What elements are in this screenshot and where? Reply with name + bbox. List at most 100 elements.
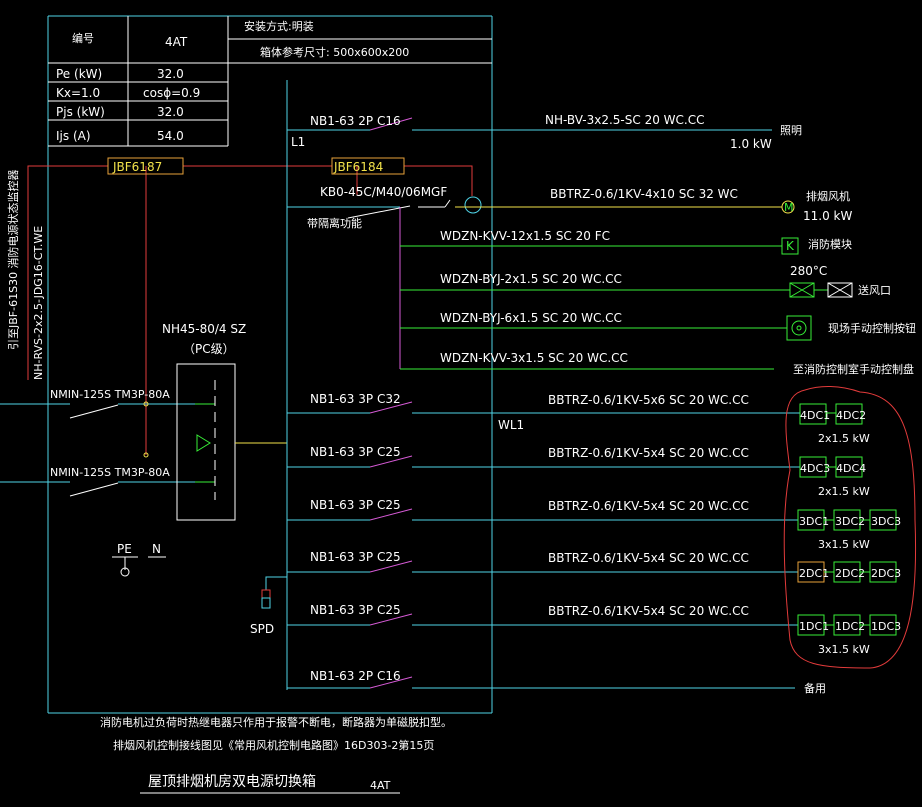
incoming-vertical-cable: NH-RVS-2x2.5-JDG16-CT.WE [32, 226, 45, 380]
fan-motor-icon: M [784, 201, 794, 214]
circuit-manual-button[interactable]: WDZN-BYJ-6x1.5 SC 20 WC.CC 现场手动控制按钮 [400, 311, 916, 341]
ats-model: NH45-80/4 SZ [162, 322, 246, 336]
top-scroll-strip[interactable] [365, 0, 698, 5]
circuit-dc-3[interactable]: NB1-63 3P C25 BBTRZ-0.6/1KV-5x4 SC 20 WC… [287, 498, 901, 551]
circuit-fire-module[interactable]: K WDZN-KVV-12x1.5 SC 20 FC 消防模块 [400, 229, 852, 255]
incoming-feeders: NMIN-125S TM3P-80A NMIN-125S TM3P-80A [0, 388, 195, 497]
busbar-wl1: WL1 [498, 418, 524, 432]
circuit-cable-label: WDZN-KVV-3x1.5 SC 20 WC.CC [440, 351, 628, 365]
dc-box-label: 4DC4 [836, 462, 866, 475]
dc-box-label: 2DC3 [871, 567, 901, 580]
dc-box-label: 2DC2 [835, 567, 865, 580]
circuit-power-label: 2x1.5 kW [818, 432, 870, 445]
incoming-breaker-1: NMIN-125S TM3P-80A [50, 388, 170, 401]
drawing-title-code: 4AT [370, 779, 391, 792]
module-k-icon: K [786, 239, 795, 253]
box-size: 箱体参考尺寸: 500x600x200 [260, 45, 409, 59]
manual-button-icon [791, 320, 807, 336]
jbf-module-2-label: JBF6184 [333, 160, 383, 174]
circuit-dc-2[interactable]: NB1-63 3P C25 BBTRZ-0.6/1KV-5x4 SC 20 WC… [287, 541, 901, 583]
circuit-power-label: 3x1.5 kW [818, 643, 870, 656]
circuit-power-label: 11.0 kW [803, 209, 852, 223]
circuit-cable-label: BBTRZ-0.6/1KV-5x4 SC 20 WC.CC [548, 499, 749, 513]
circuit-breaker-label: NB1-63 2P C16 [310, 114, 401, 128]
circuit-cable-label: NH-BV-3x2.5-SC 20 WC.CC [545, 113, 704, 127]
circuit-load-label: 至消防控制室手动控制盘 [793, 362, 914, 376]
ats-level: （PC级） [183, 342, 235, 356]
circuit-cable-label: WDZN-KVV-12x1.5 SC 20 FC [440, 229, 610, 243]
circuit-load-label: 照明 [780, 124, 802, 137]
table-row-value: 32.0 [157, 67, 184, 81]
circuit-cable-label: BBTRZ-0.6/1KV-4x10 SC 32 WC [550, 187, 738, 201]
circuit-exhaust-fan[interactable]: M KB0-45C/M40/06MGF 带隔离功能 BBTRZ-0.6/1KV-… [287, 185, 852, 230]
incoming-vertical-label: 引至JBF-61S30 消防电源状态监控器 [6, 169, 20, 350]
circuit-breaker-label: NB1-63 3P C32 [310, 392, 401, 406]
circuit-power-label: 2x1.5 kW [818, 485, 870, 498]
circuit-dc-1[interactable]: NB1-63 3P C25 BBTRZ-0.6/1KV-5x4 SC 20 WC… [287, 603, 901, 656]
drawing-title: 屋顶排烟机房双电源切换箱 [148, 773, 316, 790]
bottom-scroll-strip[interactable] [305, 801, 690, 807]
circuit-dc-4a[interactable]: NB1-63 3P C32 BBTRZ-0.6/1KV-5x6 SC 20 WC… [287, 392, 870, 445]
table-row-value: 32.0 [157, 105, 184, 119]
pe-n-terminals: PE N [112, 542, 166, 577]
note-line-1: 消防电机过负荷时热继电器只作用于报警不断电，断路器为单磁脱扣型。 [100, 715, 452, 729]
circuit-lighting[interactable]: NB1-63 2P C16 NH-BV-3x2.5-SC 20 WC.CC 照明… [287, 113, 802, 151]
jbf-module-1-label: JBF6187 [112, 160, 162, 174]
flag-marker-icon [800, 541, 812, 554]
circuit-control-room[interactable]: WDZN-KVV-3x1.5 SC 20 WC.CC 至消防控制室手动控制盘 [400, 351, 914, 376]
circuit-cable-label: WDZN-BYJ-6x1.5 SC 20 WC.CC [440, 311, 622, 325]
dc-box-label: 4DC1 [800, 409, 830, 422]
circuit-breaker-label: NB1-63 3P C25 [310, 498, 401, 512]
circuit-load-label: 备用 [804, 681, 826, 695]
table-row-key: Pe (kW) [56, 67, 102, 81]
circuit-dc-4b[interactable]: NB1-63 3P C25 BBTRZ-0.6/1KV-5x4 SC 20 WC… [287, 445, 870, 498]
circuit-power-label: 1.0 kW [730, 137, 772, 151]
circuit-load-label: 现场手动控制按钮 [828, 321, 916, 335]
dc-box-label: 3DC2 [835, 515, 865, 528]
circuit-cable-label: BBTRZ-0.6/1KV-5x6 SC 20 WC.CC [548, 393, 749, 407]
circuit-load-label: 消防模块 [808, 237, 852, 251]
table-name-label: 编号 [72, 31, 94, 45]
circuit-supply-outlet[interactable]: WDZN-BYJ-2x1.5 SC 20 WC.CC 280°C 送风口 [400, 264, 891, 298]
table-name-value: 4AT [165, 35, 188, 49]
incoming-breaker-2: NMIN-125S TM3P-80A [50, 466, 170, 479]
circuit-spare[interactable]: NB1-63 2P C16 备用 [287, 669, 826, 695]
dc-box-label: 4DC3 [800, 462, 830, 475]
spd-label: SPD [250, 622, 274, 636]
dc-box-label: 4DC2 [836, 409, 866, 422]
outlet-temp-label: 280°C [790, 264, 827, 278]
n-label: N [152, 542, 161, 556]
circuit-load-label: 排烟风机 [806, 189, 850, 203]
info-table: 编号 4AT 安装方式:明装 箱体参考尺寸: 500x600x200 Pe (k… [48, 16, 492, 147]
circuit-load-label: 送风口 [858, 283, 891, 297]
circuit-breaker-label: KB0-45C/M40/06MGF [320, 185, 447, 199]
circuit-power-label: 3x1.5 kW [818, 538, 870, 551]
circuit-cable-label: BBTRZ-0.6/1KV-5x4 SC 20 WC.CC [548, 551, 749, 565]
circuit-cable-label: BBTRZ-0.6/1KV-5x4 SC 20 WC.CC [548, 446, 749, 460]
table-row-key: Kx=1.0 [56, 86, 100, 100]
dc-box-label: 2DC1 [799, 567, 829, 580]
circuit-note-label: 带隔离功能 [307, 216, 362, 230]
schematic-canvas: 编号 4AT 安装方式:明装 箱体参考尺寸: 500x600x200 Pe (k… [0, 0, 917, 807]
circuit-cable-label: WDZN-BYJ-2x1.5 SC 20 WC.CC [440, 272, 622, 286]
circuit-cable-label: BBTRZ-0.6/1KV-5x4 SC 20 WC.CC [548, 604, 749, 618]
table-row-value: cosϕ=0.9 [143, 86, 200, 100]
table-row-key: Ijs (A) [56, 129, 91, 143]
dc-box-label: 3DC1 [799, 515, 829, 528]
dc-box-label: 1DC3 [871, 620, 901, 633]
dc-box-label: 1DC1 [799, 620, 829, 633]
monitor-wiring: JBF6187 JBF6184 [27, 157, 473, 455]
dc-box-label: 1DC2 [835, 620, 865, 633]
note-line-2: 排烟风机控制接线图见《常用风机控制电路图》16D303-2第15页 [113, 738, 434, 752]
busbar-l1: L1 [291, 135, 305, 149]
dc-box-label: 3DC3 [871, 515, 901, 528]
circuit-breaker-label: NB1-63 3P C25 [310, 445, 401, 459]
pe-label: PE [117, 542, 132, 556]
table-row-value: 54.0 [157, 129, 184, 143]
install-method: 安装方式:明装 [244, 19, 314, 33]
circuit-breaker-label: NB1-63 3P C25 [310, 550, 401, 564]
spd-device[interactable]: SPD [250, 576, 287, 636]
ats-switch[interactable]: NH45-80/4 SZ （PC级） [162, 322, 287, 521]
circuit-breaker-label: NB1-63 3P C25 [310, 603, 401, 617]
circuit-breaker-label: NB1-63 2P C16 [310, 669, 401, 683]
